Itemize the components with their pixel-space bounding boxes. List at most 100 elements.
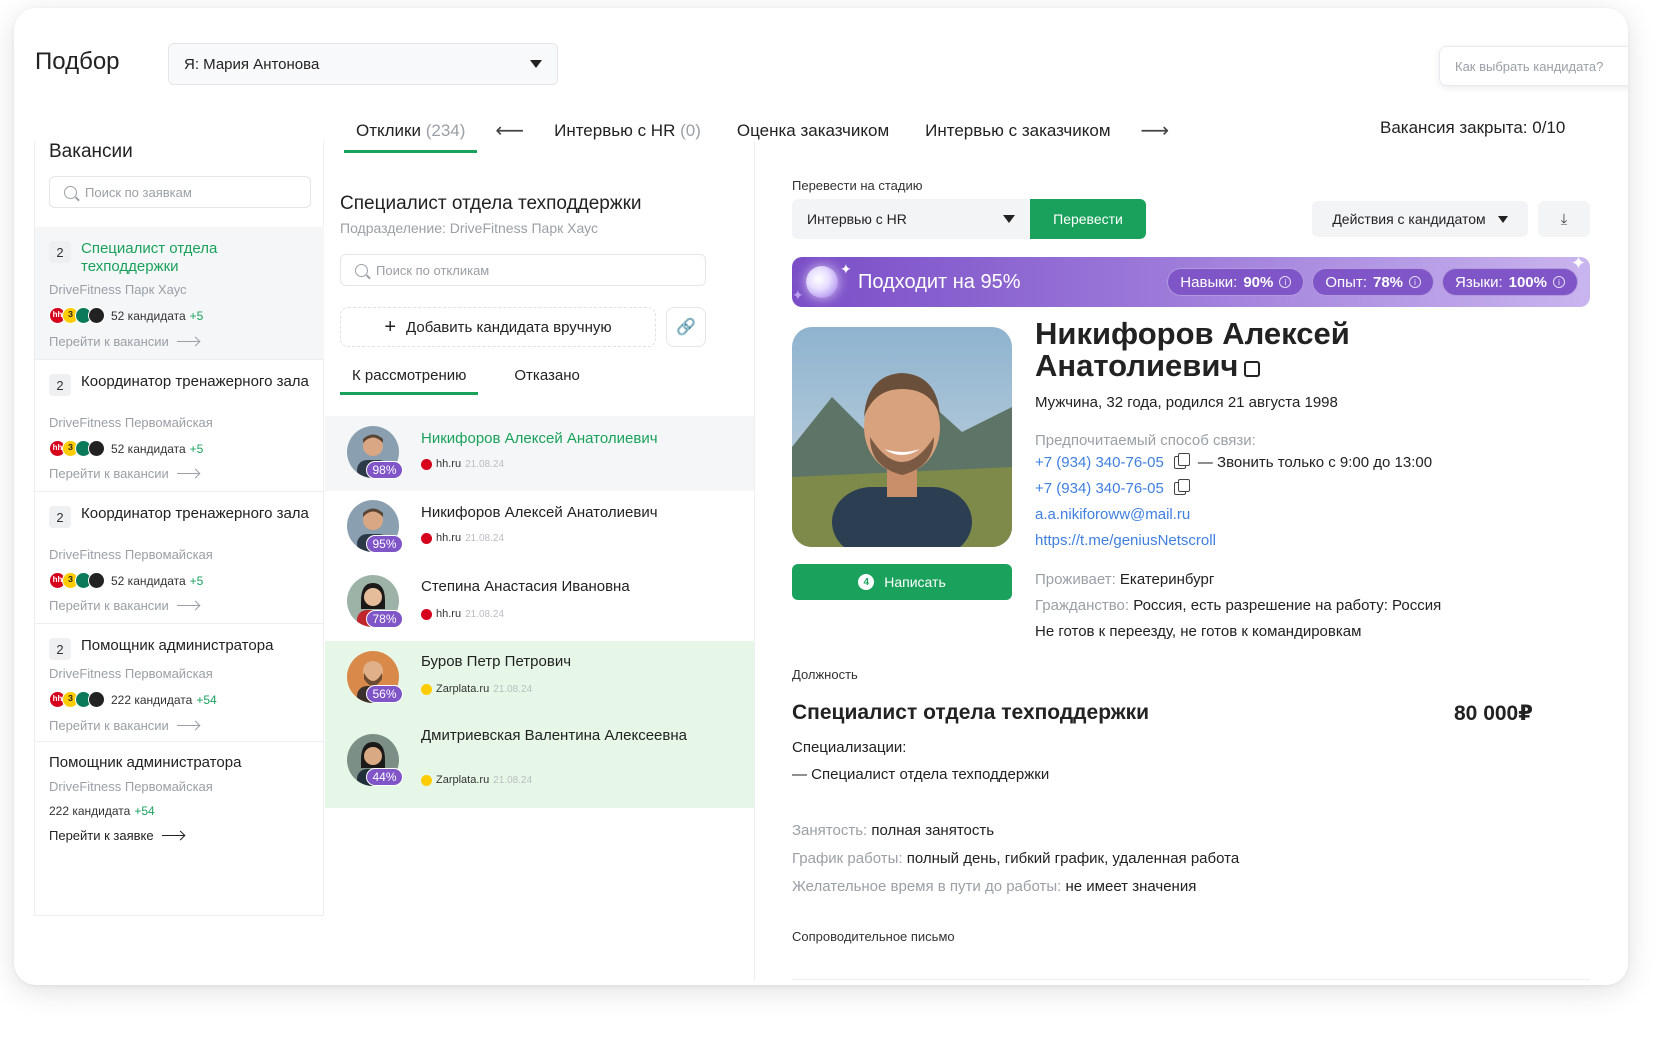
vacancy-item[interactable]: 2 Координатор тренажерного зала DriveFit… (35, 492, 324, 624)
ai-orb-icon (806, 266, 838, 298)
download-button[interactable]: ⤓ (1538, 201, 1590, 237)
contact-label: Предпочитаемый способ связи: (1035, 432, 1256, 449)
candidate-row[interactable]: 44% Дмитриевская Валентина Алексеевна Za… (325, 716, 754, 808)
arrow-right-icon (176, 473, 199, 474)
link-icon[interactable]: 🔗 (666, 307, 706, 347)
vacancy-link[interactable]: Перейти к вакансии (49, 718, 199, 733)
responses-tabs: К рассмотрению Отказано (340, 367, 592, 395)
avito-icon (88, 307, 105, 324)
vacancy-location: DriveFitness Парк Хаус (49, 282, 187, 297)
zarplata-icon (421, 683, 432, 695)
vacancy-sources: 222 кандидата +54 (49, 804, 155, 818)
avito-icon (88, 440, 105, 457)
email-link[interactable]: a.a.nikiforoww@mail.ru (1035, 506, 1190, 523)
candidate-row[interactable]: 98% Никифоров Алексей Анатолиевич hh.ru … (325, 416, 754, 491)
help-search-input[interactable]: Как выбрать кандидата? (1439, 46, 1628, 86)
source-label: hh.ru (436, 608, 462, 620)
vacancy-item[interactable]: 2 Помощник администратора DriveFitness П… (35, 624, 324, 742)
copy-icon[interactable] (1173, 453, 1190, 469)
residence-label: Проживает: (1035, 571, 1116, 588)
specialization-value: — Специалист отдела техподдержки (792, 766, 1050, 783)
info-icon: i (1553, 276, 1565, 288)
vacancy-search-input[interactable]: Поиск по заявкам (49, 176, 311, 208)
candidate-actions-button[interactable]: Действия с кандидатом (1312, 201, 1528, 237)
vacancy-title: Координатор тренажерного зала (81, 373, 309, 390)
source-label: hh.ru (436, 532, 462, 544)
external-link-icon[interactable] (1244, 361, 1261, 377)
candidate-source: hh.ru 21.08.24 (421, 532, 504, 544)
candidate-source: Zarplata.ru 21.08.24 (421, 774, 532, 786)
vacancy-location: DriveFitness Первомайская (49, 779, 213, 794)
phone-link[interactable]: +7 (934) 340-76-05 (1035, 480, 1164, 497)
actions-label: Действия с кандидатом (1332, 211, 1486, 227)
vacancy-count-badge: 2 (49, 241, 71, 263)
pill-label: Опыт: (1325, 273, 1367, 291)
telegram-link[interactable]: https://t.me/geniusNetscroll (1035, 532, 1216, 549)
employment-label: Занятость: (792, 822, 868, 839)
vacancy-count-badge: 2 (49, 638, 71, 660)
sparkle-icon: ✦ (840, 261, 852, 277)
arrow-right-icon[interactable]: ⟶ (1123, 118, 1188, 155)
response-date: 21.08.24 (465, 608, 505, 620)
search-placeholder: Поиск по откликам (376, 262, 490, 278)
tab-count: (234) (425, 120, 466, 140)
plus-icon: + (384, 316, 397, 338)
pill-value: 78% (1372, 273, 1404, 291)
vacancy-count-badge: 2 (49, 506, 71, 528)
pill-value: 100% (1508, 273, 1547, 291)
position-label: Должность (792, 667, 858, 682)
closed-value: 0/10 (1532, 118, 1566, 137)
candidate-full-name: Никифоров Алексей Анатолиевич (1035, 318, 1515, 382)
source-label: Zarplata.ru (436, 683, 490, 695)
candidate-row[interactable]: 56% Буров Петр Петрович Zarplata.ru 21.0… (325, 641, 754, 716)
user-select[interactable]: Я: Мария Антонова (168, 43, 558, 85)
vacancy-link[interactable]: Перейти к вакансии (49, 334, 199, 349)
phone-link[interactable]: +7 (934) 340-76-05 (1035, 454, 1164, 471)
candidate-count: 222 кандидата (111, 692, 193, 707)
write-button[interactable]: 4 Написать (792, 564, 1012, 600)
tab-label: Оценка заказчиком (736, 120, 890, 140)
stage-select[interactable]: Интервью с HR (792, 199, 1030, 239)
citizenship-label: Гражданство: (1035, 597, 1130, 614)
copy-icon[interactable] (1173, 479, 1190, 495)
request-link[interactable]: Перейти к заявке (49, 828, 184, 843)
match-title: Подходит на 95% (858, 270, 1021, 293)
tab-label: Отклики (356, 120, 421, 140)
match-badge: 98% (366, 461, 403, 479)
salary: 80 000₽ (1454, 702, 1533, 725)
candidate-name: Никифоров Алексей Анатолиевич (421, 504, 658, 521)
candidate-name: Степина Анастасия Ивановна (421, 578, 630, 595)
vacancy-link-label: Перейти к вакансии (49, 334, 169, 349)
tab-rejected[interactable]: Отказано (502, 367, 591, 395)
user-select-value: Я: Мария Антонова (184, 55, 320, 73)
vacancy-item[interactable]: Помощник администратора DriveFitness Пер… (35, 742, 324, 863)
vacancy-title: Помощник администратора (49, 754, 242, 771)
phone-row: +7 (934) 340-76-05 (1035, 479, 1190, 497)
add-candidate-button[interactable]: + Добавить кандидата вручную (340, 307, 656, 347)
tab-client-interview[interactable]: Интервью с заказчиком (913, 121, 1122, 153)
languages-pill[interactable]: Языки: 100% i (1442, 268, 1578, 296)
skills-pill[interactable]: Навыки: 90% i (1167, 268, 1305, 296)
experience-pill[interactable]: Опыт: 78% i (1312, 268, 1435, 296)
vacancy-link[interactable]: Перейти к вакансии (49, 466, 199, 481)
schedule-value: полный день, гибкий график, удаленная ра… (906, 850, 1240, 867)
schedule-label: График работы: (792, 850, 903, 867)
candidate-delta: +5 (189, 573, 204, 588)
responses-search-input[interactable]: Поиск по откликам (340, 254, 706, 286)
candidate-source: hh.ru 21.08.24 (421, 458, 504, 470)
vacancies-panel: Вакансии Поиск по заявкам 2 Специалист о… (34, 141, 324, 916)
response-date: 21.08.24 (493, 683, 533, 695)
responses-title: Специалист отдела техподдержки (340, 193, 642, 214)
move-stage-button[interactable]: Перевести (1030, 199, 1146, 239)
candidate-name: Буров Петр Петрович (421, 653, 572, 670)
vacancy-item[interactable]: 2 Координатор тренажерного зала DriveFit… (35, 360, 324, 492)
vacancy-item[interactable]: 2 Специалист отдела техподдержки DriveFi… (35, 227, 324, 360)
candidate-row[interactable]: 95% Никифоров Алексей Анатолиевич hh.ru … (325, 491, 754, 566)
add-candidate-label: Добавить кандидата вручную (406, 318, 612, 336)
match-pills: Навыки: 90% i Опыт: 78% i Языки: 100% i (1167, 268, 1578, 296)
tab-under-review[interactable]: К рассмотрению (340, 367, 479, 395)
vacancy-link[interactable]: Перейти к вакансии (49, 598, 199, 613)
phone-row: +7 (934) 340-76-05 — Звонить только с 9:… (1035, 453, 1432, 471)
vacancy-title: Координатор тренажерного зала (81, 505, 309, 522)
candidate-row[interactable]: 78% Степина Анастасия Ивановна hh.ru 21.… (325, 566, 754, 641)
